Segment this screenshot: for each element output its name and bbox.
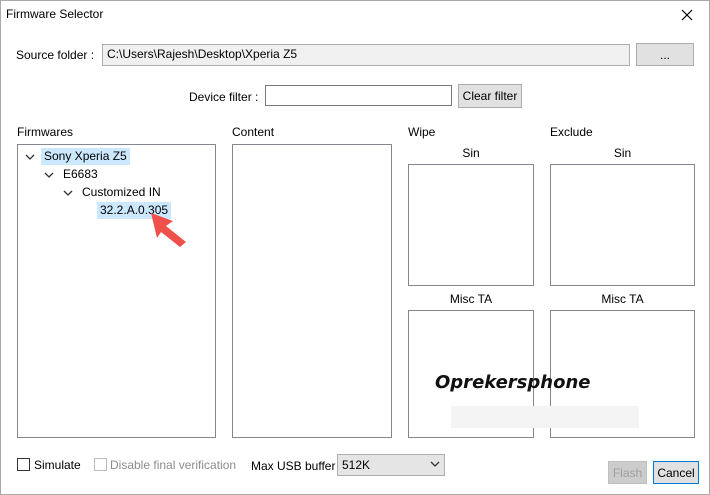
simulate-label: Simulate xyxy=(34,458,81,472)
source-folder-label: Source folder : xyxy=(16,48,95,62)
source-folder-field[interactable]: C:\Users\Rajesh\Desktop\Xperia Z5 xyxy=(102,44,630,66)
tree-node-variant[interactable]: Customized IN xyxy=(63,184,164,201)
exclude-sin-title: Sin xyxy=(613,146,632,160)
disable-verification-label: Disable final verification xyxy=(110,458,237,472)
firmwares-label: Firmwares xyxy=(17,125,73,139)
tree-node-label: Sony Xperia Z5 xyxy=(41,148,130,165)
exclude-sin-list[interactable] xyxy=(550,164,695,286)
flash-button[interactable]: Flash xyxy=(608,461,647,484)
wipe-sin-list[interactable] xyxy=(408,164,534,286)
wipe-misc-ta-title: Misc TA xyxy=(449,292,493,306)
device-filter-input[interactable] xyxy=(265,85,452,106)
cancel-button[interactable]: Cancel xyxy=(653,461,699,484)
firmware-selector-window: Firmware Selector Source folder : C:\Use… xyxy=(0,0,710,495)
exclude-label: Exclude xyxy=(550,125,593,139)
tree-node-device[interactable]: Sony Xperia Z5 xyxy=(25,148,130,165)
watermark-text: Oprekersphone xyxy=(435,372,591,393)
clear-filter-button[interactable]: Clear filter xyxy=(458,84,522,108)
browse-button[interactable]: ... xyxy=(636,43,694,66)
wipe-sin-title: Sin xyxy=(462,146,480,160)
content-label: Content xyxy=(232,125,275,139)
chevron-down-icon xyxy=(63,190,73,196)
window-title: Firmware Selector xyxy=(6,7,104,21)
dropdown-arrow-icon xyxy=(430,461,440,467)
firmware-tree[interactable]: Sony Xperia Z5 E6683 Customized IN 32.2.… xyxy=(17,144,216,438)
exclude-misc-ta-title: Misc TA xyxy=(601,292,644,306)
arrow-pointer-icon xyxy=(151,213,186,247)
chevron-down-icon xyxy=(44,172,54,178)
tree-node-model[interactable]: E6683 xyxy=(44,166,101,183)
usb-buffer-select[interactable]: 512K xyxy=(337,454,445,476)
close-icon xyxy=(681,9,693,20)
usb-buffer-value: 512K xyxy=(342,458,371,472)
usb-buffer-label: Max USB buffer xyxy=(251,459,336,473)
title-bar: Firmware Selector xyxy=(1,1,709,29)
watermark-band xyxy=(451,406,639,428)
tree-node-label: E6683 xyxy=(63,167,98,181)
close-button[interactable] xyxy=(667,1,707,28)
content-list[interactable] xyxy=(232,144,392,438)
device-filter-label: Device filter : xyxy=(189,90,259,104)
chevron-down-icon xyxy=(25,154,35,160)
wipe-label: Wipe xyxy=(408,125,436,139)
simulate-checkbox[interactable] xyxy=(17,458,30,471)
tree-node-label: Customized IN xyxy=(82,185,161,199)
disable-verification-checkbox[interactable] xyxy=(94,458,107,471)
